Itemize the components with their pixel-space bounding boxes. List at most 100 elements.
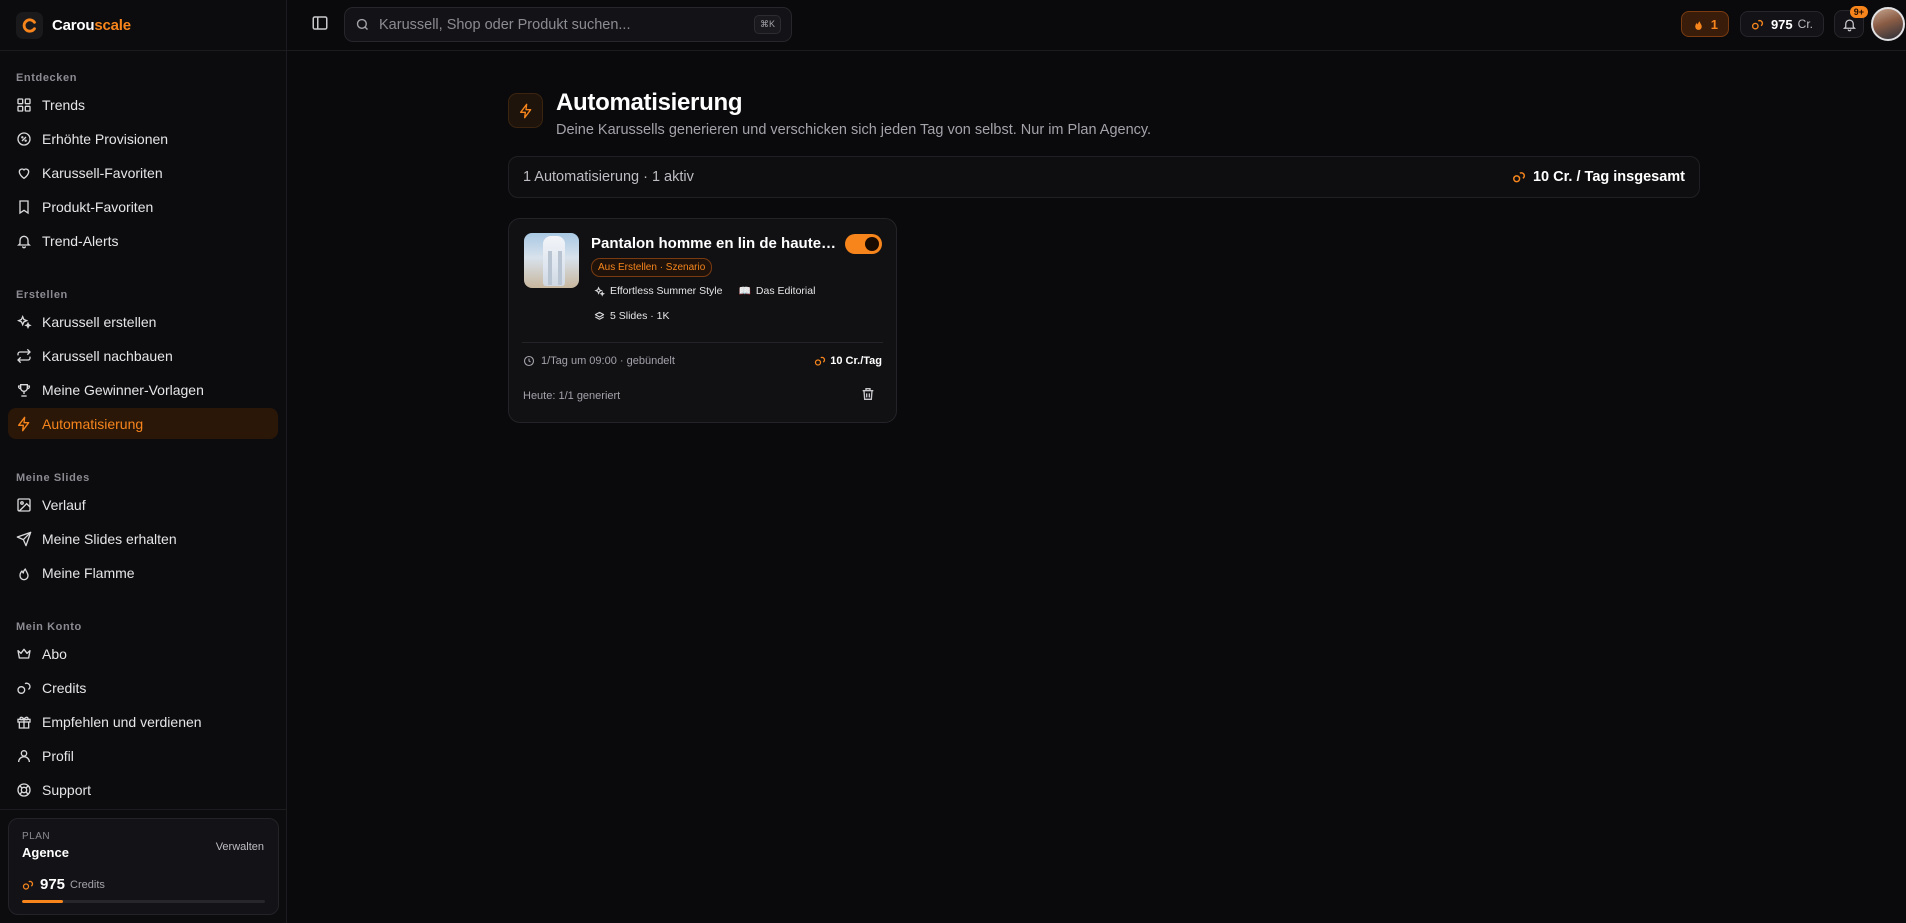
streak-button[interactable]: 1 <box>1680 11 1729 37</box>
sidebar-item-label: Automatisierung <box>42 415 144 432</box>
sidebar-item-label: Produkt-Favoriten <box>42 198 154 215</box>
grid-icon <box>16 97 32 113</box>
sidebar-item-label: Abo <box>42 645 67 662</box>
zap-icon <box>16 416 32 432</box>
sidebar-item-credits[interactable]: Credits <box>8 672 278 703</box>
sidebar-item-karussell-nachbauen[interactable]: Karussell nachbauen <box>8 340 278 371</box>
sidebar-item-label: Support <box>42 781 92 798</box>
automation-toggle[interactable] <box>845 234 882 254</box>
slides-meta: 5 Slides · 1K <box>594 310 670 322</box>
plan-usage-bar <box>22 900 265 903</box>
cost: 10 Cr./Tag <box>814 355 882 367</box>
page-header: Automatisierung Deine Karussells generie… <box>508 87 1151 138</box>
slides-label: 5 Slides · 1K <box>610 310 670 322</box>
plan-credits-value: 975 <box>40 876 66 893</box>
automation-card[interactable]: Pantalon homme en lin de haute q... Aus … <box>508 218 897 423</box>
sparkles-icon <box>594 285 605 297</box>
sidebar-item-provisionen[interactable]: Erhöhte Provisionen <box>8 123 278 154</box>
sidebar-item-slides-erhalten[interactable]: Meine Slides erhalten <box>8 523 278 554</box>
sidebar-item-label: Karussell erstellen <box>42 313 157 330</box>
sidebar-item-label: Erhöhte Provisionen <box>42 130 169 147</box>
summary-count: 1 Automatisierung · 1 aktiv <box>523 169 694 185</box>
sidebar-item-label: Trends <box>42 96 86 113</box>
sidebar-item-trends[interactable]: Trends <box>8 89 278 120</box>
sidebar-item-trend-alerts[interactable]: Trend-Alerts <box>8 225 278 256</box>
sidebar-item-karussell-favoriten[interactable]: Karussell-Favoriten <box>8 157 278 188</box>
coins-icon <box>16 680 32 696</box>
coins-icon <box>22 879 34 891</box>
trophy-icon <box>16 382 32 398</box>
sidebar-item-automatisierung[interactable]: Automatisierung <box>8 408 278 439</box>
sidebar-item-label: Trend-Alerts <box>42 232 119 249</box>
brand[interactable]: Carouscale <box>0 0 286 51</box>
coins-icon <box>1512 170 1526 184</box>
source-tag: Aus Erstellen · Szenario <box>591 258 713 277</box>
divider <box>522 342 883 343</box>
page-title: Automatisierung <box>556 89 743 116</box>
flame-icon <box>16 565 32 581</box>
sidebar-item-support[interactable]: Support <box>8 774 278 805</box>
bell-icon <box>1842 17 1857 32</box>
plan-card: PLAN Agence Verwalten 975 Credits <box>8 818 279 915</box>
credits-unit: Cr. <box>1797 17 1813 31</box>
logo-icon <box>16 11 43 39</box>
sidebar-item-gewinner-vorlagen[interactable]: Meine Gewinner-Vorlagen <box>8 374 278 405</box>
sidebar-item-verlauf[interactable]: Verlauf <box>8 489 278 520</box>
coins-icon <box>814 355 826 367</box>
sidebar-toggle-icon[interactable] <box>311 14 329 32</box>
page-subtitle: Deine Karussells generieren und verschic… <box>556 122 1152 138</box>
sidebar: Carouscale Entdecken Trends Erhöhte Prov… <box>0 0 287 923</box>
sidebar-item-karussell-erstellen[interactable]: Karussell erstellen <box>8 306 278 337</box>
sidebar-item-empfehlen[interactable]: Empfehlen und verdienen <box>8 706 278 737</box>
plan-usage-fill <box>22 900 64 903</box>
crown-icon <box>16 646 32 662</box>
sidebar-item-label: Meine Slides erhalten <box>42 530 177 547</box>
image-icon <box>16 497 32 513</box>
automation-meta: Effortless Summer Style 📖 Das Editorial <box>594 285 831 297</box>
sidebar-item-profil[interactable]: Profil <box>8 740 278 771</box>
product-thumbnail <box>524 233 579 288</box>
summary-cost-label: 10 Cr. / Tag insgesamt <box>1532 169 1685 185</box>
app-root: Carouscale Entdecken Trends Erhöhte Prov… <box>0 0 1906 923</box>
sidebar-footer: PLAN Agence Verwalten 975 Credits <box>0 809 286 923</box>
notifications-button[interactable]: 9+ <box>1834 6 1868 38</box>
avatar[interactable] <box>1871 7 1905 41</box>
notifications-badge: 9+ <box>1849 6 1868 18</box>
brand-name: Carouscale <box>52 16 131 34</box>
automation-title: Pantalon homme en lin de haute q... <box>591 235 837 252</box>
streak-count: 1 <box>1710 16 1718 32</box>
sidebar-item-label: Meine Gewinner-Vorlagen <box>42 381 204 398</box>
main-content: Automatisierung Deine Karussells generie… <box>287 52 1906 923</box>
sidebar-item-label: Meine Flamme <box>42 564 135 581</box>
coins-icon <box>1751 18 1764 31</box>
automation-summary: 1 Automatisierung · 1 aktiv 10 Cr. / Tag… <box>508 156 1700 198</box>
sidebar-item-label: Karussell nachbauen <box>42 347 173 364</box>
sidebar-item-label: Karussell-Favoriten <box>42 164 163 181</box>
badge-percent-icon <box>16 131 32 147</box>
sidebar-item-label: Verlauf <box>42 496 86 513</box>
sidebar-item-label: Profil <box>42 747 74 764</box>
sidebar-item-produkt-favoriten[interactable]: Produkt-Favoriten <box>8 191 278 222</box>
summary-cost: 10 Cr. / Tag insgesamt <box>1512 169 1685 185</box>
manage-plan-button[interactable]: Verwalten <box>216 841 264 853</box>
flame-icon <box>1692 18 1705 31</box>
clock-icon <box>523 355 535 367</box>
section-title-meine-slides: Meine Slides <box>16 472 90 484</box>
credits-value: 975 <box>1770 16 1793 32</box>
book-icon: 📖 <box>738 285 751 297</box>
sidebar-item-abo[interactable]: Abo <box>8 638 278 669</box>
search-bar[interactable]: ⌘K <box>344 7 792 42</box>
search-input[interactable] <box>379 16 754 33</box>
sidebar-item-meine-flamme[interactable]: Meine Flamme <box>8 557 278 588</box>
search-shortcut: ⌘K <box>753 15 781 34</box>
heart-icon <box>16 165 32 181</box>
repeat-icon <box>16 348 32 364</box>
gift-icon <box>16 714 32 730</box>
schedule: 1/Tag um 09:00 · gebündelt <box>523 355 675 367</box>
plan-credits: 975 Credits <box>22 876 265 893</box>
trash-icon[interactable] <box>860 386 876 402</box>
sparkles-icon <box>16 314 32 330</box>
credits-button[interactable]: 975 Cr. <box>1739 11 1824 37</box>
sidebar-item-label: Credits <box>42 679 87 696</box>
search-icon <box>355 17 370 32</box>
